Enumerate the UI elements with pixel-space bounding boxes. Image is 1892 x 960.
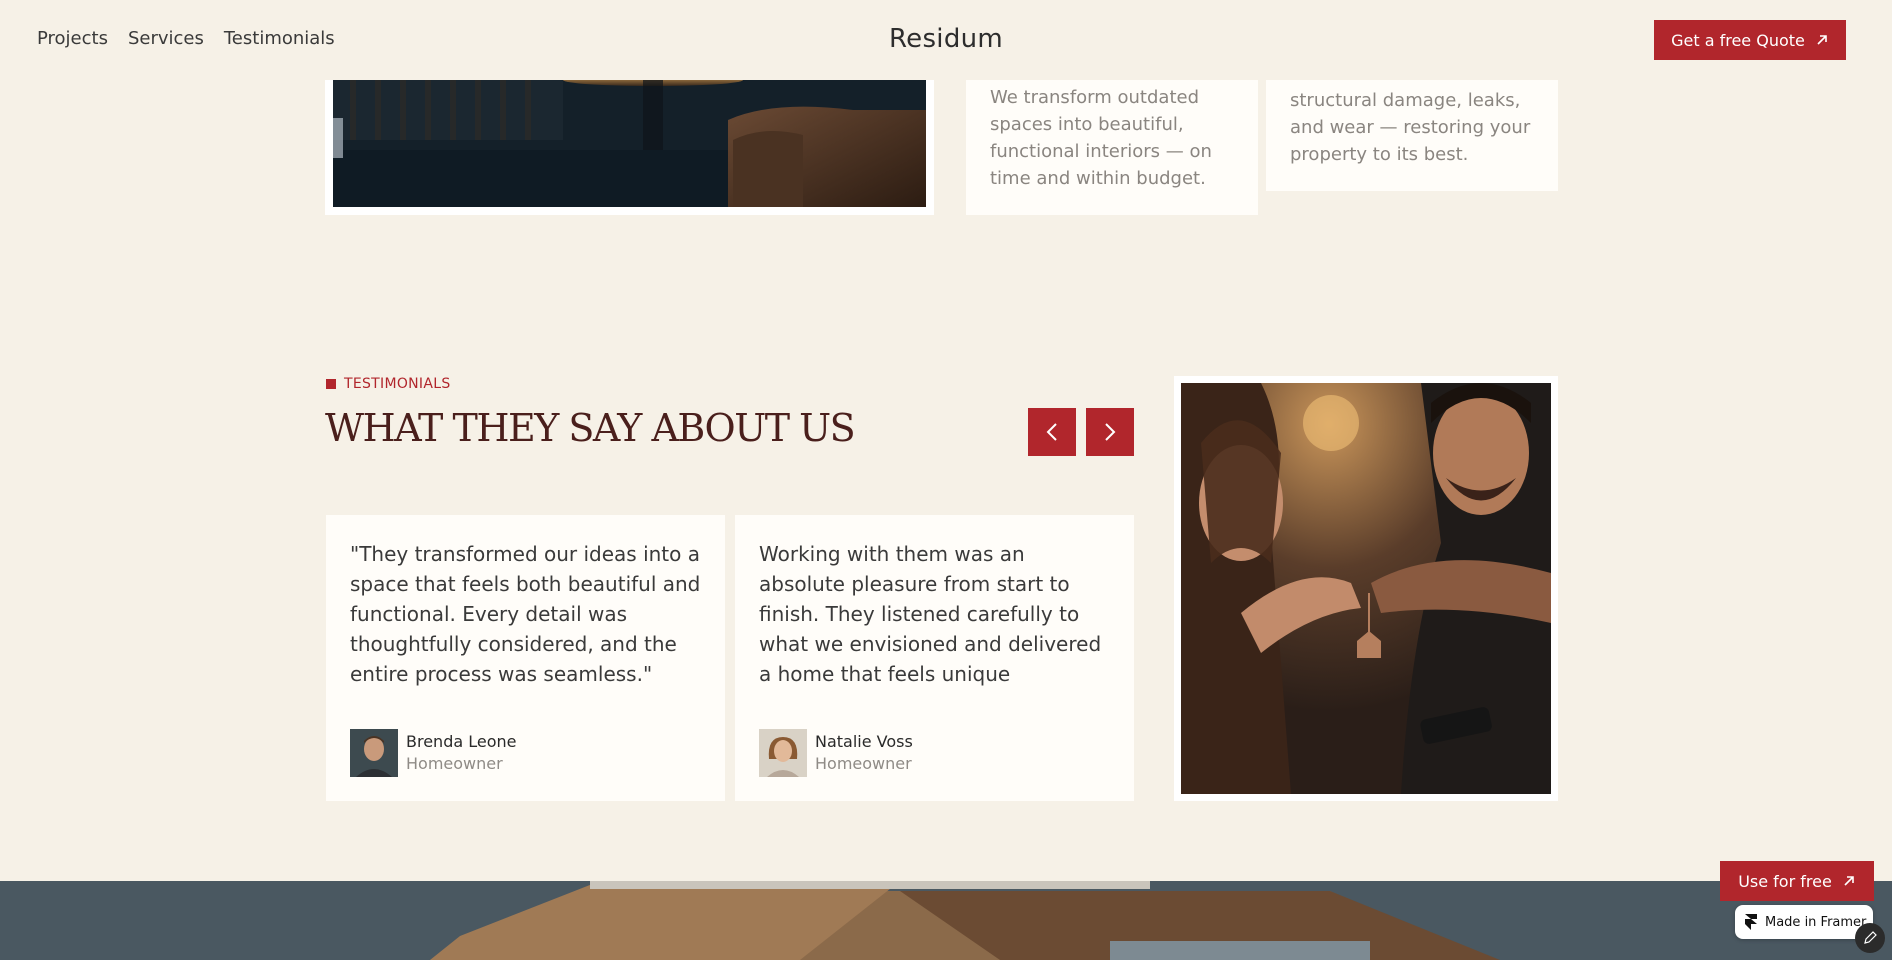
testimonial-card: "They transformed our ideas into a space… bbox=[326, 515, 725, 801]
testimonial-photo-frame bbox=[1174, 376, 1558, 801]
author-name: Natalie Voss bbox=[815, 732, 913, 751]
use-for-free-button[interactable]: Use for free bbox=[1720, 861, 1874, 901]
arrow-up-right-icon bbox=[1844, 876, 1854, 886]
made-in-framer-label: Made in Framer bbox=[1765, 914, 1867, 930]
author-name: Brenda Leone bbox=[406, 732, 517, 751]
testimonial-author: Brenda Leone Homeowner bbox=[350, 729, 516, 777]
interior-photo-illustration bbox=[333, 80, 926, 207]
testimonial-author: Natalie Voss Homeowner bbox=[759, 729, 913, 777]
key-handover-illustration bbox=[1181, 383, 1551, 794]
interior-photo bbox=[333, 80, 926, 207]
slider-prev-button[interactable] bbox=[1028, 408, 1076, 456]
service-photo-card bbox=[325, 75, 934, 215]
service-card-text: structural damage, leaks, and wear — res… bbox=[1290, 90, 1531, 165]
avatar-photo bbox=[350, 729, 398, 777]
get-quote-button[interactable]: Get a free Quote bbox=[1654, 20, 1846, 60]
key-handover-photo bbox=[1181, 383, 1551, 794]
author-role: Homeowner bbox=[406, 754, 503, 773]
brand-logo[interactable]: Residum bbox=[0, 24, 1892, 54]
service-card-repair: structural damage, leaks, and wear — res… bbox=[1266, 75, 1558, 191]
testimonial-quote: "They transformed our ideas into a space… bbox=[350, 542, 701, 686]
testimonials-tag: TESTIMONIALS bbox=[326, 376, 451, 392]
arrow-up-right-icon bbox=[1817, 35, 1827, 45]
navbar: Projects Services Testimonials Residum G… bbox=[0, 0, 1892, 80]
house-photo-illustration bbox=[0, 881, 1892, 960]
tag-square-icon bbox=[326, 379, 336, 389]
testimonials-title: WHAT THEY SAY ABOUT US bbox=[325, 406, 856, 450]
testimonials-tag-label: TESTIMONIALS bbox=[344, 376, 451, 392]
avatar bbox=[350, 729, 398, 777]
chevron-right-icon bbox=[1105, 423, 1116, 441]
slider-next-button[interactable] bbox=[1086, 408, 1134, 456]
avatar bbox=[759, 729, 807, 777]
chevron-left-icon bbox=[1046, 423, 1057, 441]
testimonial-card: Working with them was an absolute pleasu… bbox=[735, 515, 1134, 801]
use-for-free-label: Use for free bbox=[1738, 871, 1832, 891]
pencil-icon bbox=[1864, 931, 1877, 944]
edit-button[interactable] bbox=[1855, 923, 1885, 953]
author-role: Homeowner bbox=[815, 754, 912, 773]
get-quote-label: Get a free Quote bbox=[1671, 30, 1805, 50]
page: Projects Services Testimonials Residum G… bbox=[0, 0, 1892, 960]
made-in-framer-badge[interactable]: Made in Framer bbox=[1735, 905, 1873, 939]
avatar-photo bbox=[759, 729, 807, 777]
service-card-renovation: We transform outdated spaces into beauti… bbox=[966, 75, 1258, 215]
testimonial-quote: Working with them was an absolute pleasu… bbox=[759, 542, 1102, 686]
service-card-text: We transform outdated spaces into beauti… bbox=[990, 87, 1212, 189]
framer-logo-icon bbox=[1745, 914, 1757, 930]
house-hero-strip bbox=[0, 881, 1892, 960]
